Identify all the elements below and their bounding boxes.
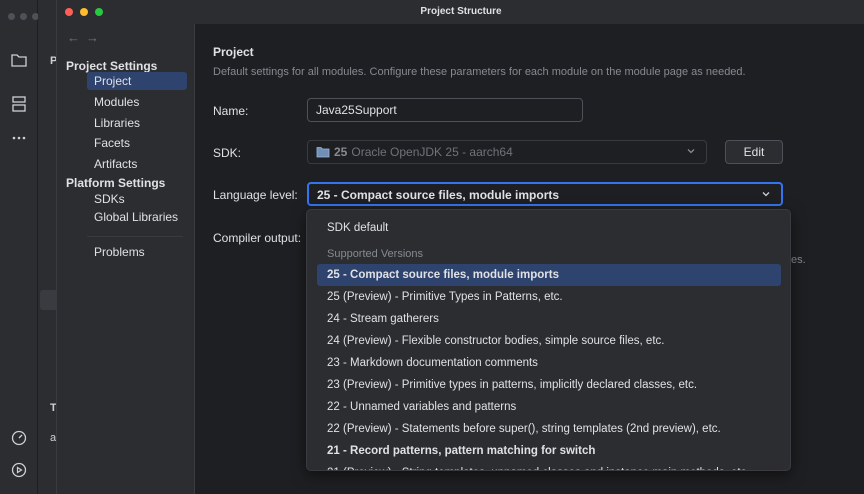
run-icon[interactable] <box>9 460 29 480</box>
sidebar-item-problems[interactable]: Problems <box>87 243 187 261</box>
option-25[interactable]: 25 - Compact source files, module import… <box>317 264 781 286</box>
more-icon[interactable] <box>9 128 29 148</box>
title-bar: Project Structure <box>57 0 864 24</box>
folder-icon[interactable] <box>9 50 29 70</box>
option-22-preview[interactable]: 22 (Preview) - Statements before super()… <box>317 418 781 440</box>
option-23-preview[interactable]: 23 (Preview) - Primitive types in patter… <box>317 374 781 396</box>
back-arrow-icon[interactable]: ← <box>67 30 86 45</box>
language-level-value: 25 - Compact source files, module import… <box>317 188 560 202</box>
window-title: Project Structure <box>420 6 502 17</box>
sidebar-item-facets[interactable]: Facets <box>87 134 187 152</box>
forward-arrow-icon[interactable]: → <box>86 30 105 45</box>
name-label: Name: <box>213 104 249 118</box>
chevron-down-icon <box>687 149 695 154</box>
sidebar-item-libraries[interactable]: Libraries <box>87 114 187 132</box>
sdk-name: Oracle OpenJDK 25 - aarch64 <box>351 145 513 159</box>
option-25-preview[interactable]: 25 (Preview) - Primitive Types in Patter… <box>317 286 781 308</box>
structure-icon[interactable] <box>9 94 29 114</box>
compiler-output-label: Compiler output: <box>213 231 302 245</box>
group-label-supported-versions: Supported Versions <box>327 248 424 260</box>
language-level-label: Language level: <box>213 188 298 202</box>
sidebar-item-global-libraries[interactable]: Global Libraries <box>87 208 187 226</box>
option-21-preview[interactable]: 21 (Preview) - String templates, unnamed… <box>317 462 781 470</box>
dashboard-icon[interactable] <box>9 428 29 448</box>
sdk-select[interactable]: 25 Oracle OpenJDK 25 - aarch64 <box>307 140 707 164</box>
sdk-version: 25 <box>334 145 348 159</box>
sdk-label: SDK: <box>213 146 242 160</box>
settings-sidebar: ←→ Project Settings Project Modules Libr… <box>57 24 195 494</box>
sidebar-item-sdks[interactable]: SDKs <box>87 190 187 208</box>
sdk-folder-icon <box>316 147 330 158</box>
option-22[interactable]: 22 - Unnamed variables and patterns <box>317 396 781 418</box>
ide-window-controls <box>8 13 39 20</box>
page-description: Default settings for all modules. Config… <box>213 66 746 78</box>
truncated-description-text: es. <box>791 254 806 266</box>
language-level-dropdown: SDK default Supported Versions 25 - Comp… <box>306 209 791 471</box>
sidebar-item-modules[interactable]: Modules <box>87 93 187 111</box>
page-title: Project <box>213 45 254 59</box>
nav-arrows: ←→ <box>67 30 105 45</box>
option-24[interactable]: 24 - Stream gatherers <box>317 308 781 330</box>
sidebar-divider <box>87 236 183 237</box>
option-24-preview[interactable]: 24 (Preview) - Flexible constructor bodi… <box>317 330 781 352</box>
language-level-select[interactable]: 25 - Compact source files, module import… <box>307 182 783 206</box>
sidebar-item-project[interactable]: Project <box>87 72 187 90</box>
sdk-select-value: 25 Oracle OpenJDK 25 - aarch64 <box>316 145 513 159</box>
option-23[interactable]: 23 - Markdown documentation comments <box>317 352 781 374</box>
ide-tool-strip <box>0 0 39 494</box>
option-sdk-default[interactable]: SDK default <box>317 217 781 239</box>
platform-settings-header: Platform Settings <box>66 176 166 190</box>
chevron-down-icon <box>762 192 770 197</box>
edit-sdk-button[interactable]: Edit <box>725 140 783 164</box>
project-name-field[interactable]: Java25Support <box>307 98 583 122</box>
sidebar-item-artifacts[interactable]: Artifacts <box>87 155 187 173</box>
option-21[interactable]: 21 - Record patterns, pattern matching f… <box>317 440 781 462</box>
project-settings-header: Project Settings <box>66 59 158 73</box>
